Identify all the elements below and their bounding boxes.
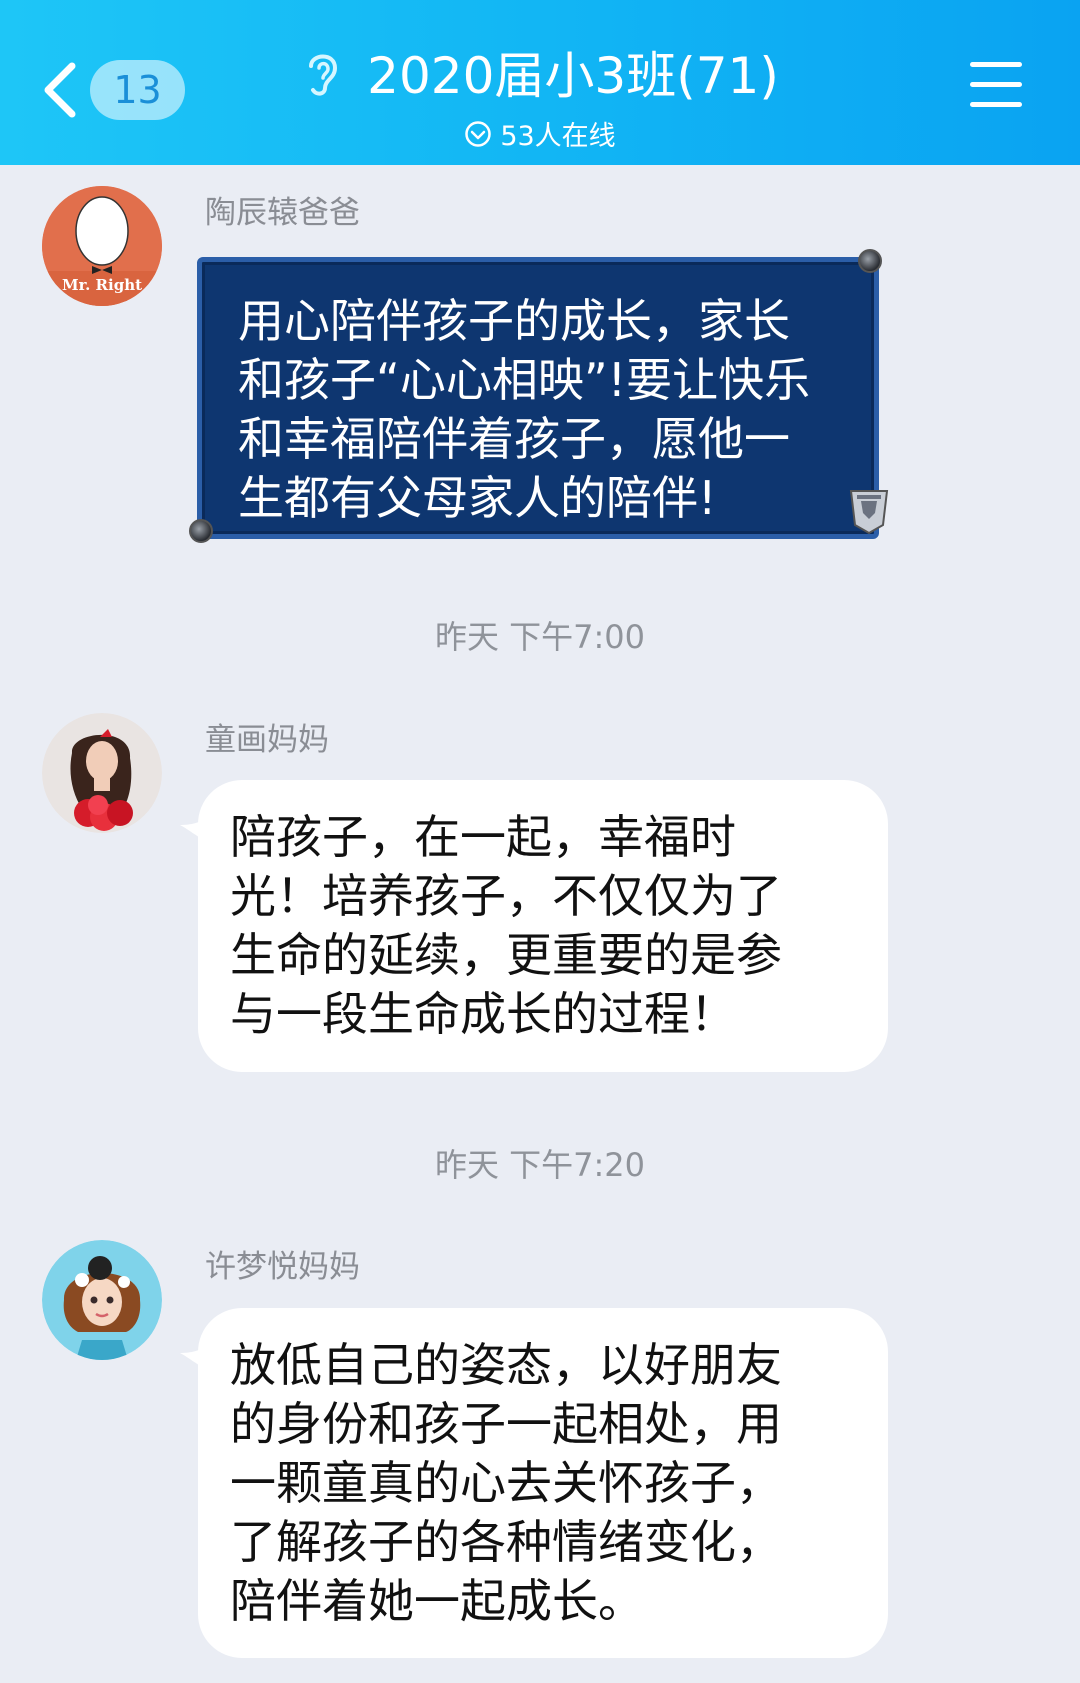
message-text: 生命的延续，更重要的是参 [230, 928, 782, 982]
sender-name: 童画妈妈 [205, 722, 329, 758]
portrait-avatar-icon [42, 713, 162, 833]
timestamp: 昨天 下午7:20 [434, 1146, 646, 1184]
online-count: 53人在线 [500, 121, 616, 152]
svg-text:Mr. Right: Mr. Right [62, 276, 142, 294]
bolt-decoration [858, 249, 882, 273]
sender-name: 陶辰辕爸爸 [205, 195, 360, 231]
avatar[interactable] [42, 1240, 162, 1360]
message-text: 陪孩子，在一起，幸福时 [230, 810, 736, 864]
group-title: 2020届小3班(71) [367, 47, 779, 105]
message-text: 的身份和孩子一起相处，用 [230, 1397, 782, 1451]
message-bubble-themed[interactable]: 用心陪伴孩子的成长，家长 和孩子“心心相映”!要让快乐 和幸福陪伴着孩子，愿他一… [189, 249, 889, 543]
bubble-frame: 用心陪伴孩子的成长，家长 和孩子“心心相映”!要让快乐 和幸福陪伴着孩子，愿他一… [197, 257, 879, 539]
egg-avatar-icon: Mr. Right [42, 186, 162, 306]
message-text: 一颗童真的心去关怀孩子， [230, 1456, 782, 1510]
message-bubble[interactable]: 放低自己的姿态，以好朋友 的身份和孩子一起相处，用 一颗童真的心去关怀孩子， 了… [198, 1308, 888, 1658]
chat-header: 13 2020届小3班(71) 53人在线 [0, 0, 1080, 165]
message-text: 光！培养孩子，不仅仅为了 [230, 869, 782, 923]
menu-button[interactable] [970, 62, 1024, 112]
message-text: 了解孩子的各种情绪变化， [230, 1515, 782, 1569]
sender-name: 许梦悦妈妈 [205, 1249, 360, 1285]
robot-logo-icon [849, 490, 889, 535]
cartoon-girl-avatar-icon [42, 1240, 162, 1360]
avatar[interactable]: Mr. Right [42, 186, 162, 306]
ear-icon [309, 54, 338, 96]
message-text: 与一段生命成长的过程！ [230, 987, 736, 1041]
message-text: 放低自己的姿态，以好朋友 [230, 1338, 782, 1392]
bolt-decoration [189, 519, 213, 543]
message-text: 用心陪伴孩子的成长，家长 和孩子“心心相映”!要让快乐 和幸福陪伴着孩子，愿他一… [238, 294, 811, 525]
avatar[interactable] [42, 713, 162, 833]
message-text: 陪伴着她一起成长。 [230, 1574, 644, 1628]
menu-line [970, 62, 1022, 67]
menu-line [970, 82, 1022, 87]
timestamp: 昨天 下午7:00 [434, 618, 646, 656]
online-status-icon [465, 120, 492, 147]
title-area[interactable]: 2020届小3班(71) 53人在线 [0, 36, 1080, 153]
message-bubble[interactable]: 陪孩子，在一起，幸福时 光！培养孩子，不仅仅为了 生命的延续，更重要的是参 与一… [198, 780, 888, 1072]
menu-line [970, 102, 1022, 107]
